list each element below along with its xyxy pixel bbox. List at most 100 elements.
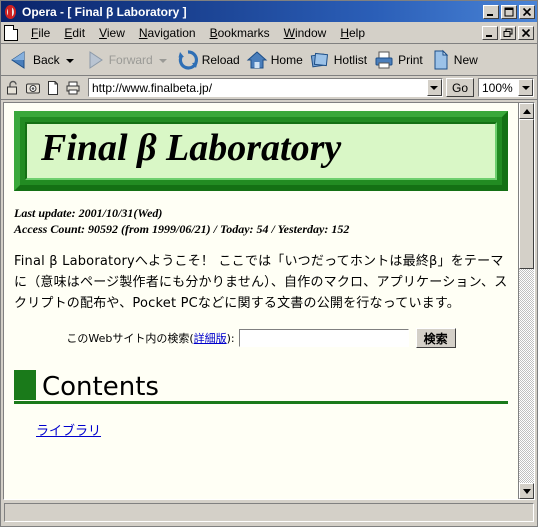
menu-rest-help: elp xyxy=(348,25,365,40)
maximize-button[interactable] xyxy=(501,4,517,19)
menu-item-window[interactable]: Window xyxy=(277,24,334,42)
menu-rest-bookmarks: ookmarks xyxy=(217,25,270,40)
padlock-icon[interactable] xyxy=(5,80,21,96)
triangle-up-icon xyxy=(522,108,531,114)
reload-icon xyxy=(178,49,198,70)
chevron-down-icon xyxy=(521,85,530,90)
home-button-label: Home xyxy=(270,52,303,67)
library-link[interactable]: ライブラリ xyxy=(36,424,101,439)
print-button-label: Print xyxy=(398,52,423,67)
forward-button[interactable]: Forward xyxy=(81,46,174,74)
back-dropdown-arrow-icon[interactable] xyxy=(65,58,74,63)
scroll-up-button[interactable] xyxy=(519,103,534,119)
print-icon[interactable] xyxy=(65,80,81,96)
client-area: Final β Laboratory Last update: 2001/10/… xyxy=(1,100,537,500)
menu-item-help[interactable]: Help xyxy=(333,24,372,42)
menu-items: File Edit View Navigation Bookmarks Wind… xyxy=(24,24,482,42)
last-update-line: Last update: 2001/10/31(Wed) xyxy=(14,205,163,220)
reload-button[interactable]: Reload xyxy=(174,46,243,74)
new-page-icon xyxy=(434,49,448,69)
menu-accel-help: H xyxy=(340,25,349,40)
home-button[interactable]: Home xyxy=(243,46,306,74)
scroll-down-button[interactable] xyxy=(519,483,534,499)
contents-heading-label: Contents xyxy=(42,372,159,403)
menu-rest-view: iew xyxy=(106,25,125,40)
url-dropdown-button[interactable] xyxy=(426,79,442,96)
site-meta: Last update: 2001/10/31(Wed) Access Coun… xyxy=(14,205,508,237)
forward-arrow-icon xyxy=(89,50,103,69)
close-button[interactable] xyxy=(519,4,535,19)
forward-dropdown-arrow-icon[interactable] xyxy=(158,58,167,63)
triangle-down-icon xyxy=(522,488,531,494)
home-icon xyxy=(246,50,268,68)
site-banner: Final β Laboratory xyxy=(14,111,508,191)
opera-browser-window: Opera - [ Final β Laboratory ] File Edit… xyxy=(0,0,538,527)
new-button[interactable]: New xyxy=(426,46,481,74)
menu-rest-window: indow xyxy=(294,25,327,40)
scrollbar-thumb[interactable] xyxy=(519,119,534,269)
minimize-button[interactable] xyxy=(483,4,499,19)
new-button-label: New xyxy=(453,52,478,67)
mdi-restore-button[interactable] xyxy=(500,25,516,40)
access-count-line: Access Count: 90592 (from 1999/06/21) / … xyxy=(14,221,350,236)
navigation-toolbar: Back Forward Reload Home Hotlist Print N… xyxy=(1,44,537,76)
menu-rest-navigation: avigation xyxy=(147,25,196,40)
menu-item-view[interactable]: View xyxy=(92,24,132,42)
menu-item-file[interactable]: File xyxy=(24,24,57,42)
status-bar xyxy=(1,500,537,526)
search-submit-button[interactable]: 検索 xyxy=(415,328,456,349)
search-input[interactable] xyxy=(238,329,409,348)
heading-marker-icon xyxy=(14,370,36,401)
menu-item-edit[interactable]: Edit xyxy=(57,24,92,42)
contents-heading: Contents xyxy=(14,370,508,405)
url-text[interactable]: http://www.finalbeta.jp/ xyxy=(89,81,427,95)
opera-logo-icon xyxy=(4,4,18,19)
printer-icon xyxy=(375,51,393,68)
reload-button-label: Reload xyxy=(201,52,240,67)
document-icon[interactable] xyxy=(4,24,18,41)
print-button[interactable]: Print xyxy=(370,46,426,74)
mdi-minimize-button[interactable] xyxy=(482,25,498,40)
search-advanced-link[interactable]: 詳細版 xyxy=(194,330,227,346)
chevron-down-icon xyxy=(430,85,439,90)
mdi-close-button[interactable] xyxy=(518,25,534,40)
back-button[interactable]: Back xyxy=(5,46,81,74)
search-label-prefix: このWebサイト内の検索( xyxy=(66,332,194,346)
menu-item-navigation[interactable]: Navigation xyxy=(132,24,203,42)
window-title: Opera - [ Final β Laboratory ] xyxy=(22,4,187,19)
intro-paragraph: Final β Laboratoryへようこそ！ ここでは「いつだってホントは最… xyxy=(14,254,508,312)
document-frame: Final β Laboratory Last update: 2001/10/… xyxy=(3,102,535,500)
menu-rest-edit: dit xyxy=(72,25,86,40)
web-page-content: Final β Laboratory Last update: 2001/10/… xyxy=(4,103,518,499)
go-button[interactable]: Go xyxy=(445,78,474,97)
hotlist-button[interactable]: Hotlist xyxy=(306,46,370,74)
title-bar: Opera - [ Final β Laboratory ] xyxy=(1,1,537,22)
forward-button-label: Forward xyxy=(108,52,153,67)
status-bar-text xyxy=(4,503,534,522)
mdi-control-buttons xyxy=(482,25,534,40)
window-control-buttons xyxy=(483,4,535,19)
menu-item-bookmarks[interactable]: Bookmarks xyxy=(203,24,277,42)
camera-icon[interactable] xyxy=(25,80,41,96)
site-banner-inner: Final β Laboratory xyxy=(25,122,497,180)
vertical-scrollbar[interactable] xyxy=(518,103,534,499)
zoom-value: 100% xyxy=(482,80,513,95)
zoom-dropdown-button[interactable] xyxy=(518,79,533,96)
back-button-label: Back xyxy=(33,52,60,67)
menu-accel-bookmarks: B xyxy=(209,25,218,40)
scrollbar-track[interactable] xyxy=(519,119,534,483)
menu-bar: File Edit View Navigation Bookmarks Wind… xyxy=(1,22,537,44)
menu-accel-view: V xyxy=(99,25,107,40)
site-search-row: このWebサイト内の検索( 詳細版 ): 検索 xyxy=(14,328,508,349)
list-item: ライブラリ xyxy=(14,420,508,439)
address-bar: http://www.finalbeta.jp/ Go 100% xyxy=(1,76,537,100)
menu-accel-navigation: N xyxy=(138,25,148,40)
menu-accel-window: W xyxy=(283,25,295,40)
page-icon[interactable] xyxy=(45,80,61,96)
url-field[interactable]: http://www.finalbeta.jp/ xyxy=(88,78,443,97)
zoom-selector[interactable]: 100% xyxy=(478,78,534,97)
site-title: Final β Laboratory xyxy=(41,127,342,169)
menu-rest-file: ile xyxy=(38,25,51,40)
hotlist-icon xyxy=(310,52,328,67)
search-label-suffix: ): xyxy=(226,331,235,345)
